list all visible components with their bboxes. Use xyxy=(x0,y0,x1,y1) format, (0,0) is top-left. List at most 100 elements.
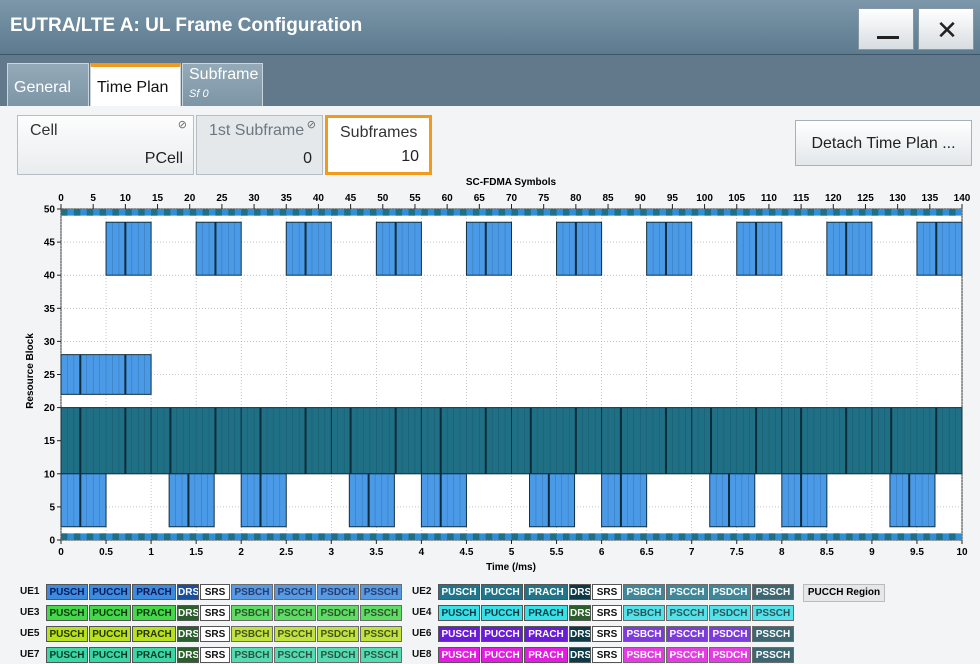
legend-ue5-psdch: PSDCH xyxy=(317,626,359,642)
pucch-band-segment xyxy=(614,533,621,540)
legend-ue4-pusch: PUSCH xyxy=(438,605,480,621)
title-bar: EUTRA/LTE A: UL Frame Configuration ✕ xyxy=(0,0,980,55)
pucch-band-segment xyxy=(176,209,184,216)
allocation-ue1 xyxy=(465,221,513,276)
legend-ue5-prach: PRACH xyxy=(132,626,176,642)
pucch-band-segment xyxy=(61,533,68,540)
x-tick-label: 9.5 xyxy=(910,547,924,558)
pucch-band-segment xyxy=(228,209,235,216)
pucch-band-segment xyxy=(537,209,544,216)
pucch-band-segment xyxy=(794,533,802,540)
pucch-band-segment xyxy=(202,209,210,216)
legend-ue5-drs: DRS xyxy=(177,626,199,642)
minimize-button[interactable] xyxy=(858,8,914,50)
x-tick-label: 4 xyxy=(419,547,425,558)
top-tick-label: 115 xyxy=(793,193,810,204)
legend-ue8-prach: PRACH xyxy=(524,647,568,663)
pucch-band-segment xyxy=(163,533,171,540)
pucch-band-segment xyxy=(292,533,300,540)
allocation-ue1 xyxy=(240,473,287,528)
legend-ue8-drs: DRS xyxy=(569,647,591,663)
pucch-band-segment xyxy=(125,209,132,216)
legend-ue4-srs: SRS xyxy=(592,605,622,621)
time-plan-chart: SC-FDMA Symbols Time (/ms) Resource Bloc… xyxy=(25,177,971,573)
pucch-band-segment xyxy=(910,209,917,216)
allocation-ue1 xyxy=(285,221,332,276)
legend-ue7-pscch: PSCCH xyxy=(274,647,316,663)
pucch-band-segment xyxy=(511,209,518,216)
legend-ue1-pucch: PUCCH xyxy=(89,584,131,600)
pucch-band-segment xyxy=(125,533,132,540)
pucch-band-segment xyxy=(704,209,712,216)
legend-ue-label: UE4 xyxy=(412,607,432,618)
pucch-band-segment xyxy=(408,533,415,540)
x-tick-label: 2 xyxy=(238,547,244,558)
tab-time-plan[interactable]: Time Plan xyxy=(90,63,181,106)
legend-ue1-drs: DRS xyxy=(177,584,199,600)
pucch-band-segment xyxy=(305,209,312,216)
cell-field[interactable]: Cell ⊘ PCell xyxy=(17,115,194,175)
pucch-band-segment xyxy=(807,209,814,216)
pucch-band-segment xyxy=(936,533,943,540)
pucch-band-segment xyxy=(910,533,917,540)
pucch-band-segment xyxy=(460,209,467,216)
legend-ue8-pusch: PUSCH xyxy=(438,647,480,663)
x-tick-label: 9 xyxy=(869,547,875,558)
pucch-band-segment xyxy=(163,209,171,216)
pucch-band-segment xyxy=(949,533,956,540)
y-axis-label: Resource Block xyxy=(25,333,36,409)
top-tick-label: 140 xyxy=(954,193,971,204)
top-tick-label: 70 xyxy=(506,193,518,204)
pucch-band-segment xyxy=(344,533,351,540)
pucch-band-segment xyxy=(305,533,312,540)
allocation-ue1 xyxy=(736,221,783,276)
close-icon: ✕ xyxy=(936,15,958,45)
allocation-ue1 xyxy=(60,473,107,528)
legend-ue3-psbch: PSBCH xyxy=(231,605,273,621)
allocation-ue1 xyxy=(348,473,395,528)
top-tick-label: 95 xyxy=(667,193,679,204)
x-tick-label: 3.5 xyxy=(369,547,383,558)
tab-subframe[interactable]: Subframe Sf 0 xyxy=(182,63,263,106)
legend-ue1-psdch: PSDCH xyxy=(317,584,359,600)
top-tick-label: 0 xyxy=(58,193,64,204)
pucch-band-segment xyxy=(871,209,879,216)
pucch-band-segment xyxy=(434,209,441,216)
x-tick-label: 6 xyxy=(599,547,605,558)
y-tick-label: 30 xyxy=(44,337,56,348)
legend-ue-label: UE2 xyxy=(412,586,432,597)
pucch-band-segment xyxy=(189,209,197,216)
y-tick-label: 0 xyxy=(49,536,55,547)
legend-ue5-pucch: PUCCH xyxy=(89,626,131,642)
legend-ue8-psbch: PSBCH xyxy=(623,647,665,663)
first-subframe-field: 1st Subframe ⊘ 0 xyxy=(196,115,323,175)
subframes-value: 10 xyxy=(401,148,419,165)
legend-ue4-psbch: PSBCH xyxy=(623,605,665,621)
tab-general[interactable]: General xyxy=(7,63,89,106)
legend-ue-label: UE5 xyxy=(20,628,40,639)
top-tick-label: 65 xyxy=(474,193,486,204)
legend-ue2-pucch: PUCCH xyxy=(481,584,523,600)
x-tick-label: 2.5 xyxy=(279,547,293,558)
pucch-band-segment xyxy=(447,209,454,216)
detach-time-plan-button[interactable]: Detach Time Plan ... xyxy=(795,120,972,166)
legend-ue6-psdch: PSDCH xyxy=(709,626,751,642)
top-axis-label: SC-FDMA Symbols xyxy=(466,177,557,188)
pucch-band-segment xyxy=(421,209,428,216)
x-tick-label: 0 xyxy=(58,547,64,558)
pucch-band-segment xyxy=(357,209,364,216)
legend-ue5-pscch: PSCCH xyxy=(274,626,316,642)
pucch-band-segment xyxy=(627,533,634,540)
close-button[interactable]: ✕ xyxy=(918,8,974,50)
minimize-icon xyxy=(877,36,899,39)
allocation-ue1 xyxy=(709,473,756,528)
legend-ue7-pusch: PUSCH xyxy=(46,647,88,663)
pucch-band-segment xyxy=(408,209,415,216)
subframes-field[interactable]: Subframes 10 xyxy=(325,115,432,175)
legend-ue8-pscch: PSCCH xyxy=(666,647,708,663)
top-tick-label: 15 xyxy=(152,193,164,204)
pucch-band-segment xyxy=(382,533,390,540)
legend-ue6-drs: DRS xyxy=(569,626,591,642)
allocation-ue1 xyxy=(556,221,603,276)
allocation-ue1 xyxy=(420,473,467,528)
